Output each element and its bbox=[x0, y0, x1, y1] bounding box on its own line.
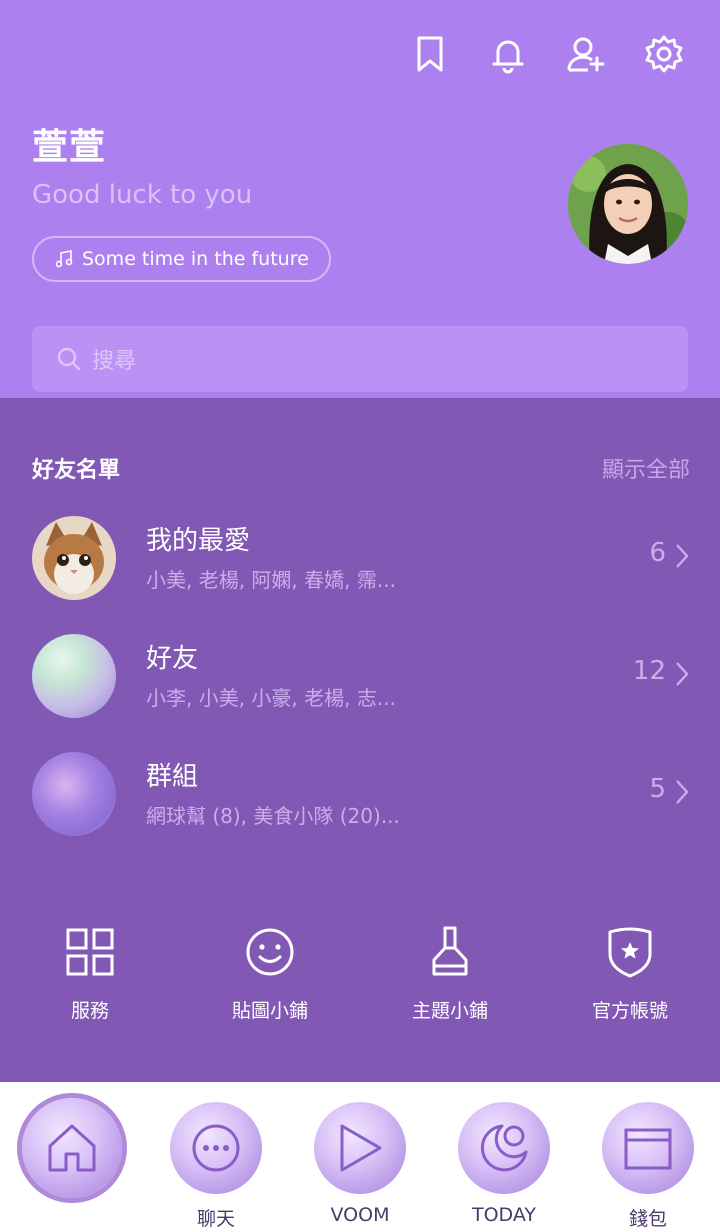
tab-bubble bbox=[170, 1102, 262, 1194]
group-members-preview: 網球幫 (8), 美食小隊 (20)... bbox=[146, 804, 400, 828]
friend-group-row-favorites[interactable]: 我的最愛 小美, 老楊, 阿嫻, 春嬌, 霈... 6 bbox=[0, 516, 720, 616]
tab-label: TODAY bbox=[472, 1204, 536, 1226]
favorites-thumbnail bbox=[32, 516, 116, 600]
friends-section-title: 好友名單 bbox=[32, 458, 121, 483]
music-title: Some time in the future bbox=[82, 248, 309, 270]
profile-name[interactable]: 萱萱 bbox=[32, 118, 106, 170]
tab-chats[interactable]: 聊天 bbox=[144, 1096, 288, 1230]
tab-label: VOOM bbox=[330, 1204, 390, 1226]
profile-header: 萱萱 Good luck to you Some time in the fut… bbox=[0, 0, 720, 398]
friends-thumbnail bbox=[32, 634, 116, 718]
bottom-tab-bar: 聊天 VOOM TODAY 錢包 bbox=[0, 1082, 720, 1232]
shortcut-label: 官方帳號 bbox=[591, 1000, 668, 1022]
shortcut-official-accounts[interactable]: 官方帳號 bbox=[540, 924, 720, 1023]
shortcut-sticker-shop[interactable]: 貼圖小鋪 bbox=[180, 924, 360, 1023]
tab-bubble bbox=[602, 1102, 694, 1194]
search-bar[interactable]: 搜尋 bbox=[32, 326, 688, 392]
gear-icon[interactable] bbox=[644, 34, 684, 74]
bell-icon[interactable] bbox=[488, 34, 528, 74]
play-icon bbox=[340, 1124, 382, 1172]
tab-voom[interactable]: VOOM bbox=[288, 1096, 432, 1226]
group-count: 5 bbox=[649, 774, 666, 804]
group-title: 好友 bbox=[146, 644, 199, 674]
profile-music-button[interactable]: Some time in the future bbox=[32, 236, 331, 282]
group-count: 12 bbox=[632, 656, 666, 686]
tab-bubble bbox=[314, 1102, 406, 1194]
shortcut-bar: 服務 貼圖小鋪 主題小鋪 官方帳號 bbox=[0, 924, 720, 1034]
tab-bubble bbox=[458, 1102, 550, 1194]
tab-bubble bbox=[22, 1098, 122, 1198]
tab-today[interactable]: TODAY bbox=[432, 1096, 576, 1226]
tab-wallet[interactable]: 錢包 bbox=[576, 1096, 720, 1230]
shortcut-services[interactable]: 服務 bbox=[0, 924, 180, 1023]
tab-label: 聊天 bbox=[196, 1208, 235, 1230]
group-count: 6 bbox=[649, 538, 666, 568]
status-message[interactable]: Good luck to you bbox=[32, 180, 252, 210]
brush-icon bbox=[432, 926, 468, 976]
bookmark-icon[interactable] bbox=[410, 34, 450, 74]
wallet-icon bbox=[624, 1128, 672, 1170]
music-note-icon bbox=[55, 250, 73, 268]
friend-group-row-groups[interactable]: 群組 網球幫 (8), 美食小隊 (20)... 5 bbox=[0, 752, 720, 852]
add-friend-icon[interactable] bbox=[566, 34, 606, 74]
chevron-right-icon bbox=[676, 662, 689, 686]
tab-label: 錢包 bbox=[628, 1208, 667, 1230]
shortcut-theme-shop[interactable]: 主題小鋪 bbox=[360, 924, 540, 1023]
shortcut-label: 貼圖小鋪 bbox=[231, 1000, 308, 1022]
group-title: 群組 bbox=[146, 762, 199, 792]
chat-icon bbox=[192, 1124, 240, 1172]
header-actions bbox=[410, 34, 684, 74]
shield-star-icon bbox=[608, 927, 652, 978]
profile-avatar[interactable] bbox=[568, 144, 688, 264]
groups-thumbnail bbox=[32, 752, 116, 836]
friend-group-row-friends[interactable]: 好友 小李, 小美, 小豪, 老楊, 志... 12 bbox=[0, 634, 720, 734]
search-placeholder: 搜尋 bbox=[92, 349, 137, 374]
smiley-icon bbox=[246, 928, 294, 976]
tab-home[interactable] bbox=[0, 1096, 144, 1198]
group-members-preview: 小美, 老楊, 阿嫻, 春嬌, 霈... bbox=[146, 568, 396, 592]
group-members-preview: 小李, 小美, 小豪, 老楊, 志... bbox=[146, 686, 396, 710]
group-title: 我的最愛 bbox=[146, 526, 251, 556]
search-icon bbox=[57, 347, 81, 371]
shortcut-label: 服務 bbox=[70, 1000, 109, 1022]
show-all-link[interactable]: 顯示全部 bbox=[602, 452, 690, 484]
chevron-right-icon bbox=[676, 544, 689, 568]
grid-icon bbox=[66, 928, 114, 976]
home-icon bbox=[48, 1124, 96, 1172]
chevron-right-icon bbox=[676, 780, 689, 804]
moon-icon bbox=[480, 1124, 528, 1172]
shortcut-label: 主題小鋪 bbox=[411, 1000, 488, 1022]
